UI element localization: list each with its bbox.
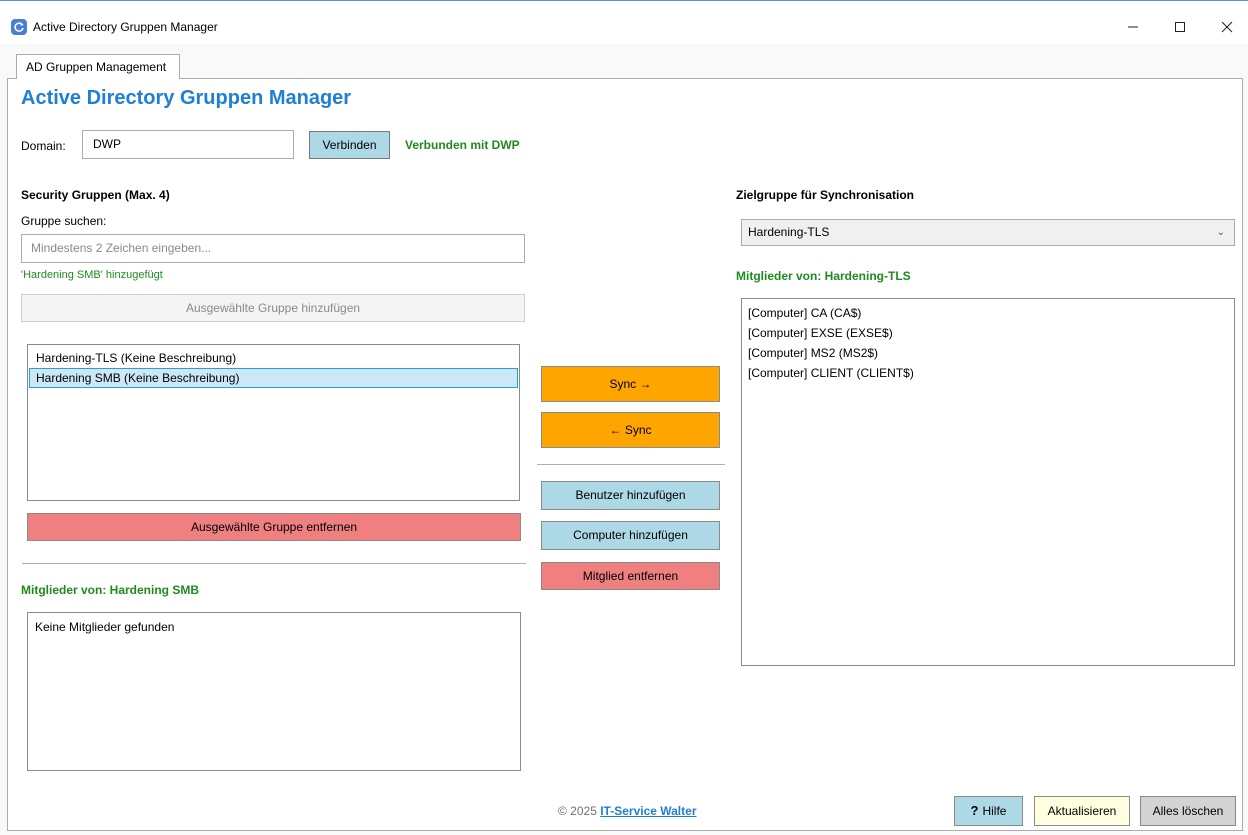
copyright-text: © 2025 (558, 804, 601, 818)
footer-copyright: © 2025 IT-Service Walter (558, 804, 696, 818)
list-item: Keine Mitglieder gefunden (35, 620, 175, 634)
close-button[interactable] (1204, 12, 1248, 42)
help-label: Hilfe (982, 804, 1007, 818)
add-selected-group-button[interactable]: Ausgewählte Gruppe hinzufügen (21, 294, 525, 322)
status-message: 'Hardening SMB' hinzugefügt (21, 269, 163, 281)
close-icon (1221, 21, 1233, 33)
tab-ad-gruppen-management[interactable]: AD Gruppen Management (16, 54, 180, 79)
list-item[interactable]: Hardening-TLS (Keine Beschreibung) (29, 348, 518, 368)
security-group-list[interactable]: Hardening-TLS (Keine Beschreibung) Harde… (27, 344, 520, 501)
app-icon (11, 19, 27, 35)
minimize-button[interactable] (1110, 12, 1156, 42)
members-right-list[interactable]: [Computer] CA (CA$) [Computer] EXSE (EXS… (741, 298, 1235, 666)
maximize-button[interactable] (1157, 12, 1203, 42)
page-title: Active Directory Gruppen Manager (21, 87, 352, 109)
connect-button[interactable]: Verbinden (309, 131, 390, 159)
members-left-list[interactable]: Keine Mitglieder gefunden (27, 612, 521, 771)
refresh-button[interactable]: Aktualisieren (1034, 796, 1130, 826)
footer-link[interactable]: IT-Service Walter (600, 804, 696, 818)
group-search-label: Gruppe suchen: (21, 214, 107, 228)
members-left-title: Mitglieder von: Hardening SMB (21, 583, 200, 597)
connection-status: Verbunden mit DWP (405, 138, 520, 152)
help-icon: ? (970, 803, 979, 818)
target-group-select[interactable]: Hardening-TLS ⌄ (741, 219, 1235, 246)
group-search-input[interactable]: Mindestens 2 Zeichen eingeben... (21, 234, 525, 263)
list-item[interactable]: [Computer] EXSE (EXSE$) (748, 325, 1228, 345)
list-item[interactable]: [Computer] MS2 (MS2$) (748, 345, 1228, 365)
chevron-down-icon: ⌄ (1216, 227, 1225, 238)
window-title: Active Directory Gruppen Manager (33, 20, 218, 34)
remove-member-button[interactable]: Mitglied entfernen (541, 562, 720, 590)
list-item[interactable]: [Computer] CLIENT (CLIENT$) (748, 365, 1228, 385)
list-item[interactable]: [Computer] CA (CA$) (748, 305, 1228, 325)
list-item[interactable]: Hardening SMB (Keine Beschreibung) (29, 368, 518, 388)
sync-right-button[interactable]: Sync → (541, 366, 720, 402)
security-groups-title: Security Gruppen (Max. 4) (21, 188, 170, 202)
help-button[interactable]: ? Hilfe (954, 796, 1023, 826)
remove-selected-group-button[interactable]: Ausgewählte Gruppe entfernen (27, 513, 521, 541)
minimize-icon (1128, 26, 1138, 28)
members-right-title: Mitglieder von: Hardening-TLS (736, 269, 911, 283)
divider (537, 464, 725, 465)
maximize-icon (1175, 22, 1185, 32)
divider (22, 563, 526, 564)
add-computer-button[interactable]: Computer hinzufügen (541, 521, 720, 550)
sync-left-button[interactable]: ← Sync (541, 412, 720, 448)
clear-all-button[interactable]: Alles löschen (1140, 796, 1236, 826)
domain-input[interactable]: DWP (82, 130, 294, 159)
domain-label: Domain: (21, 139, 66, 153)
target-group-value: Hardening-TLS (748, 225, 830, 239)
add-user-button[interactable]: Benutzer hinzufügen (541, 481, 720, 510)
target-group-title: Zielgruppe für Synchronisation (736, 188, 915, 202)
